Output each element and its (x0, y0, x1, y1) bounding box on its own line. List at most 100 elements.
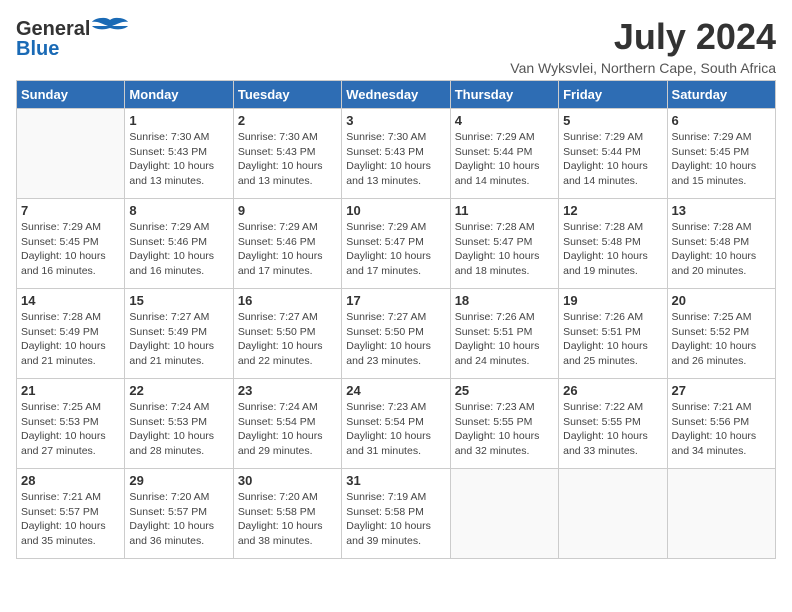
day-info: Sunrise: 7:29 AMSunset: 5:46 PMDaylight:… (129, 220, 228, 279)
day-number: 6 (672, 113, 771, 128)
day-number: 19 (563, 293, 662, 308)
weekday-header-thursday: Thursday (450, 81, 558, 109)
calendar-cell: 13 Sunrise: 7:28 AMSunset: 5:48 PMDayligh… (667, 199, 775, 289)
calendar-cell: 25 Sunrise: 7:23 AMSunset: 5:55 PMDayligh… (450, 379, 558, 469)
day-info: Sunrise: 7:28 AMSunset: 5:49 PMDaylight:… (21, 310, 120, 369)
calendar-cell: 27 Sunrise: 7:21 AMSunset: 5:56 PMDayligh… (667, 379, 775, 469)
calendar-week-row: 7 Sunrise: 7:29 AMSunset: 5:45 PMDaylight… (17, 199, 776, 289)
day-number: 27 (672, 383, 771, 398)
calendar-cell: 30 Sunrise: 7:20 AMSunset: 5:58 PMDayligh… (233, 469, 341, 559)
calendar-cell (17, 109, 125, 199)
day-number: 5 (563, 113, 662, 128)
day-info: Sunrise: 7:21 AMSunset: 5:56 PMDaylight:… (672, 400, 771, 459)
calendar-cell: 28 Sunrise: 7:21 AMSunset: 5:57 PMDayligh… (17, 469, 125, 559)
calendar-cell: 5 Sunrise: 7:29 AMSunset: 5:44 PMDaylight… (559, 109, 667, 199)
calendar-cell: 2 Sunrise: 7:30 AMSunset: 5:43 PMDaylight… (233, 109, 341, 199)
calendar-cell: 15 Sunrise: 7:27 AMSunset: 5:49 PMDayligh… (125, 289, 233, 379)
day-info: Sunrise: 7:24 AMSunset: 5:53 PMDaylight:… (129, 400, 228, 459)
day-info: Sunrise: 7:25 AMSunset: 5:53 PMDaylight:… (21, 400, 120, 459)
calendar-cell: 11Sunrise: 7:28 AMSunset: 5:47 PMDayligh… (450, 199, 558, 289)
day-info: Sunrise: 7:30 AMSunset: 5:43 PMDaylight:… (238, 130, 337, 189)
day-info: Sunrise: 7:30 AMSunset: 5:43 PMDaylight:… (129, 130, 228, 189)
day-number: 8 (129, 203, 228, 218)
calendar-cell: 29Sunrise: 7:20 AMSunset: 5:57 PMDayligh… (125, 469, 233, 559)
day-number: 7 (21, 203, 120, 218)
logo-blue-text: Blue (16, 38, 59, 61)
day-number: 12 (563, 203, 662, 218)
month-title: July 2024 (510, 16, 776, 58)
day-number: 30 (238, 473, 337, 488)
calendar-cell: 6 Sunrise: 7:29 AMSunset: 5:45 PMDaylight… (667, 109, 775, 199)
day-info: Sunrise: 7:29 AMSunset: 5:47 PMDaylight:… (346, 220, 445, 279)
day-info: Sunrise: 7:26 AMSunset: 5:51 PMDaylight:… (455, 310, 554, 369)
day-number: 1 (129, 113, 228, 128)
day-info: Sunrise: 7:23 AMSunset: 5:54 PMDaylight:… (346, 400, 445, 459)
day-info: Sunrise: 7:25 AMSunset: 5:52 PMDaylight:… (672, 310, 771, 369)
calendar-cell: 12 Sunrise: 7:28 AMSunset: 5:48 PMDayligh… (559, 199, 667, 289)
calendar-cell: 3 Sunrise: 7:30 AMSunset: 5:43 PMDaylight… (342, 109, 450, 199)
day-info: Sunrise: 7:30 AMSunset: 5:43 PMDaylight:… (346, 130, 445, 189)
day-number: 15 (129, 293, 228, 308)
day-number: 2 (238, 113, 337, 128)
day-number: 14 (21, 293, 120, 308)
calendar-week-row: 28 Sunrise: 7:21 AMSunset: 5:57 PMDayligh… (17, 469, 776, 559)
calendar-cell: 9 Sunrise: 7:29 AMSunset: 5:46 PMDaylight… (233, 199, 341, 289)
calendar-cell: 1 Sunrise: 7:30 AMSunset: 5:43 PMDaylight… (125, 109, 233, 199)
day-number: 18 (455, 293, 554, 308)
calendar-cell: 20 Sunrise: 7:25 AMSunset: 5:52 PMDayligh… (667, 289, 775, 379)
day-number: 4 (455, 113, 554, 128)
calendar-cell: 18 Sunrise: 7:26 AMSunset: 5:51 PMDayligh… (450, 289, 558, 379)
day-info: Sunrise: 7:28 AMSunset: 5:48 PMDaylight:… (672, 220, 771, 279)
day-number: 3 (346, 113, 445, 128)
calendar-cell: 24 Sunrise: 7:23 AMSunset: 5:54 PMDayligh… (342, 379, 450, 469)
day-info: Sunrise: 7:29 AMSunset: 5:44 PMDaylight:… (563, 130, 662, 189)
day-info: Sunrise: 7:23 AMSunset: 5:55 PMDaylight:… (455, 400, 554, 459)
day-number: 17 (346, 293, 445, 308)
calendar-week-row: 21Sunrise: 7:25 AMSunset: 5:53 PMDayligh… (17, 379, 776, 469)
day-info: Sunrise: 7:29 AMSunset: 5:45 PMDaylight:… (672, 130, 771, 189)
weekday-header-wednesday: Wednesday (342, 81, 450, 109)
day-number: 13 (672, 203, 771, 218)
day-info: Sunrise: 7:27 AMSunset: 5:49 PMDaylight:… (129, 310, 228, 369)
calendar-week-row: 14 Sunrise: 7:28 AMSunset: 5:49 PMDayligh… (17, 289, 776, 379)
calendar-table: SundayMondayTuesdayWednesdayThursdayFrid… (16, 80, 776, 559)
calendar-cell: 21Sunrise: 7:25 AMSunset: 5:53 PMDayligh… (17, 379, 125, 469)
day-number: 25 (455, 383, 554, 398)
calendar-cell: 16 Sunrise: 7:27 AMSunset: 5:50 PMDayligh… (233, 289, 341, 379)
calendar-header-row: SundayMondayTuesdayWednesdayThursdayFrid… (17, 81, 776, 109)
day-info: Sunrise: 7:24 AMSunset: 5:54 PMDaylight:… (238, 400, 337, 459)
calendar-cell (667, 469, 775, 559)
day-number: 16 (238, 293, 337, 308)
day-number: 31 (346, 473, 445, 488)
day-info: Sunrise: 7:27 AMSunset: 5:50 PMDaylight:… (346, 310, 445, 369)
day-info: Sunrise: 7:29 AMSunset: 5:46 PMDaylight:… (238, 220, 337, 279)
day-number: 22 (129, 383, 228, 398)
weekday-header-friday: Friday (559, 81, 667, 109)
day-info: Sunrise: 7:27 AMSunset: 5:50 PMDaylight:… (238, 310, 337, 369)
calendar-cell: 22 Sunrise: 7:24 AMSunset: 5:53 PMDayligh… (125, 379, 233, 469)
weekday-header-monday: Monday (125, 81, 233, 109)
calendar-cell: 7 Sunrise: 7:29 AMSunset: 5:45 PMDaylight… (17, 199, 125, 289)
day-info: Sunrise: 7:28 AMSunset: 5:48 PMDaylight:… (563, 220, 662, 279)
calendar-cell: 23Sunrise: 7:24 AMSunset: 5:54 PMDayligh… (233, 379, 341, 469)
weekday-header-sunday: Sunday (17, 81, 125, 109)
calendar-cell: 14 Sunrise: 7:28 AMSunset: 5:49 PMDayligh… (17, 289, 125, 379)
page-header: General Blue July 2024 Van Wyksvlei, Nor… (16, 16, 776, 76)
day-number: 29 (129, 473, 228, 488)
day-info: Sunrise: 7:20 AMSunset: 5:58 PMDaylight:… (238, 490, 337, 549)
logo-bird-icon (92, 16, 128, 42)
day-info: Sunrise: 7:29 AMSunset: 5:44 PMDaylight:… (455, 130, 554, 189)
calendar-cell (450, 469, 558, 559)
day-number: 11 (455, 203, 554, 218)
day-number: 24 (346, 383, 445, 398)
day-number: 9 (238, 203, 337, 218)
day-info: Sunrise: 7:19 AMSunset: 5:58 PMDaylight:… (346, 490, 445, 549)
logo: General Blue (16, 16, 128, 61)
calendar-cell: 17 Sunrise: 7:27 AMSunset: 5:50 PMDayligh… (342, 289, 450, 379)
calendar-cell: 4 Sunrise: 7:29 AMSunset: 5:44 PMDaylight… (450, 109, 558, 199)
day-info: Sunrise: 7:21 AMSunset: 5:57 PMDaylight:… (21, 490, 120, 549)
day-number: 20 (672, 293, 771, 308)
day-info: Sunrise: 7:29 AMSunset: 5:45 PMDaylight:… (21, 220, 120, 279)
day-number: 28 (21, 473, 120, 488)
location-subtitle: Van Wyksvlei, Northern Cape, South Afric… (510, 60, 776, 76)
